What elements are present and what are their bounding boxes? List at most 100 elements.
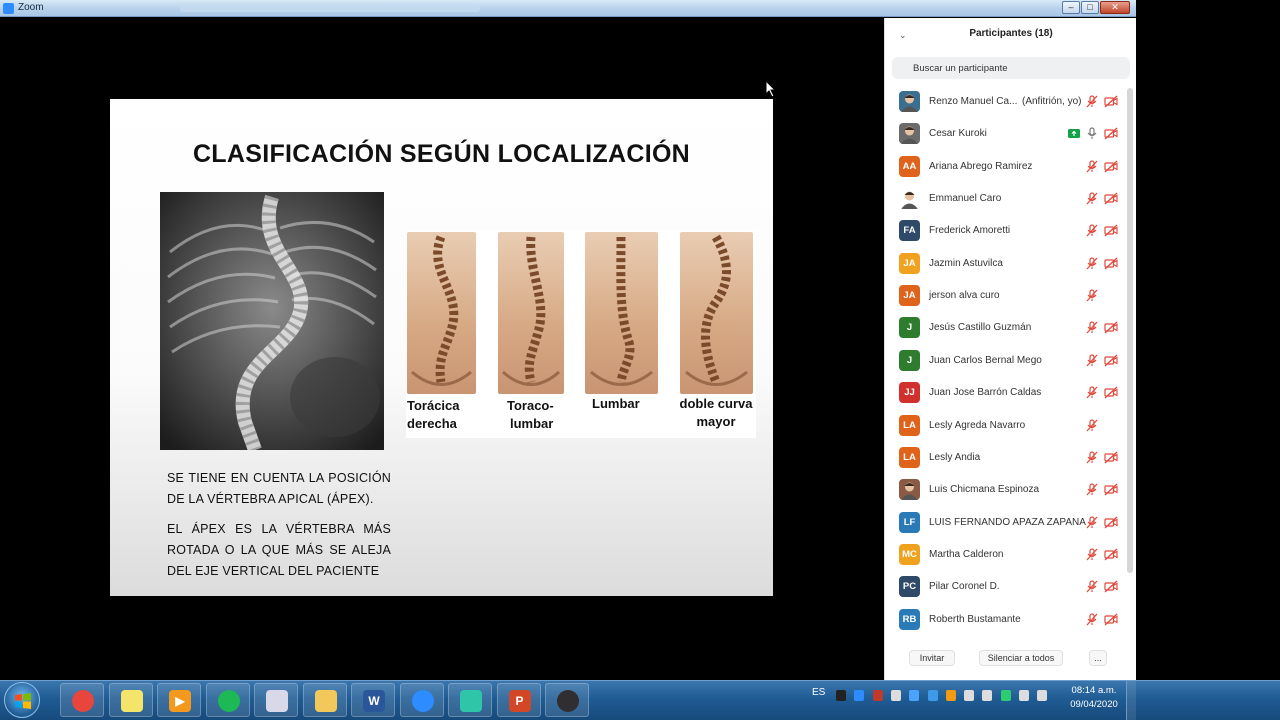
video-off-icon[interactable]	[1104, 580, 1118, 593]
video-off-icon[interactable]	[1104, 224, 1118, 237]
paint-taskbar-button[interactable]	[254, 683, 298, 717]
participant-name: LUIS FERNANDO APAZA ZAPANA	[929, 516, 1086, 528]
clock-date[interactable]: 09/04/2020	[1066, 699, 1122, 710]
flag-icon[interactable]	[890, 690, 901, 701]
microphone-muted-icon[interactable]	[1085, 612, 1099, 626]
participant-search-input[interactable]	[892, 57, 1130, 79]
microphone-muted-icon[interactable]	[1085, 160, 1099, 173]
participant-row[interactable]: PC Pilar Coronel D.	[885, 571, 1125, 603]
spotify-taskbar-button[interactable]	[205, 683, 250, 717]
microphone-muted-icon[interactable]	[1085, 289, 1099, 302]
spine-lumbar	[585, 232, 658, 394]
notes-taskbar-button[interactable]	[108, 683, 153, 717]
chrome-taskbar-button[interactable]	[60, 683, 104, 717]
video-off-icon[interactable]	[1104, 451, 1118, 464]
microphone-muted-icon[interactable]	[1085, 354, 1099, 367]
video-off-icon[interactable]	[1104, 257, 1118, 270]
microphone-muted-icon[interactable]	[1085, 515, 1099, 529]
participant-name: Pilar Coronel D.	[929, 581, 1000, 593]
participant-row[interactable]: JA jerson alva curo	[885, 280, 1125, 312]
microphone-muted-icon[interactable]	[1085, 451, 1099, 464]
participant-row[interactable]: FA Frederick Amoretti	[885, 215, 1125, 247]
invite-button[interactable]: Invitar	[909, 650, 955, 666]
battery-icon[interactable]	[982, 690, 993, 701]
microphone-muted-icon[interactable]	[1085, 418, 1099, 432]
media-player-taskbar-button[interactable]: ▶	[157, 683, 201, 717]
avatar	[899, 91, 920, 112]
participant-row[interactable]: JA Jazmin Astuvilca	[885, 248, 1125, 280]
participant-name: Emmanuel Caro	[929, 193, 1002, 205]
close-button[interactable]: ✕	[1100, 1, 1130, 14]
participant-row[interactable]: MC Martha Calderon	[885, 539, 1125, 571]
zoom-taskbar-button[interactable]	[399, 683, 444, 717]
dropbox-icon[interactable]	[927, 690, 938, 701]
mute-all-button[interactable]: Silenciar a todos	[979, 650, 1063, 666]
participant-row[interactable]: J Juan Carlos Bernal Mego	[885, 345, 1125, 377]
microphone-muted-icon[interactable]	[1085, 321, 1099, 334]
more-options-button[interactable]: ...	[1089, 650, 1107, 666]
cloud-icon[interactable]	[964, 690, 975, 701]
network-icon[interactable]	[1019, 690, 1029, 701]
participant-name: Roberth Bustamante	[929, 613, 1021, 625]
microphone-muted-icon[interactable]	[1085, 483, 1099, 496]
word-taskbar-button[interactable]: W	[351, 683, 395, 717]
video-off-icon[interactable]	[1104, 160, 1118, 173]
presentation-slide: CLASIFICACIÓN SEGÚN LOCALIZACIÓN Torácic…	[110, 99, 773, 596]
avatar: LA	[899, 446, 920, 468]
file-explorer-taskbar-button[interactable]	[302, 683, 347, 717]
participant-row[interactable]: Emmanuel Caro	[885, 183, 1125, 215]
show-desktop-button[interactable]	[1126, 681, 1136, 720]
titlebar-blurred-text	[180, 4, 480, 12]
video-off-icon[interactable]	[1104, 516, 1118, 529]
microphone-icon[interactable]	[1085, 127, 1099, 140]
avatar: JJ	[899, 382, 920, 404]
microphone-muted-icon[interactable]	[1085, 95, 1099, 108]
avatar: FA	[899, 220, 920, 242]
language-indicator[interactable]: ES	[812, 687, 825, 698]
participant-name: Jesús Castillo Guzmán	[929, 322, 1032, 334]
shield-icon[interactable]	[872, 690, 883, 701]
windows-taskbar: ▶ W P ES 08:14 a.m. 09/04/2020	[0, 680, 1280, 720]
participant-row[interactable]: AA Ariana Abrego Ramirez	[885, 151, 1125, 183]
video-off-icon[interactable]	[1104, 386, 1118, 399]
clock-time[interactable]: 08:14 a.m.	[1068, 685, 1120, 696]
video-off-icon[interactable]	[1104, 192, 1118, 205]
participant-row[interactable]: LF LUIS FERNANDO APAZA ZAPANA	[885, 507, 1125, 539]
zoom-tray-icon[interactable]	[854, 690, 865, 701]
bluetooth-icon[interactable]	[909, 690, 920, 701]
sync-icon[interactable]	[1000, 690, 1011, 701]
speaker-icon[interactable]	[1037, 690, 1048, 701]
alert-icon[interactable]	[945, 690, 956, 701]
participant-row[interactable]: LA Lesly Agreda Navarro	[885, 410, 1125, 442]
video-off-icon[interactable]	[1104, 95, 1118, 108]
participant-row[interactable]: Renzo Manuel Ca... (Anfitrión, yo)	[885, 86, 1125, 118]
participant-row[interactable]: JJ Juan Jose Barrón Caldas	[885, 377, 1125, 409]
participant-row[interactable]: Luis Chicmana Espinoza	[885, 474, 1125, 506]
participant-row[interactable]: Cesar Kuroki	[885, 118, 1125, 150]
participant-name: Martha Calderon	[929, 548, 1004, 560]
filmora-taskbar-button[interactable]	[448, 683, 492, 717]
label-thoracic-right: Torácica derecha	[407, 398, 460, 431]
participant-row[interactable]: LA Lesly Andia	[885, 442, 1125, 474]
obs-tray-icon[interactable]	[836, 690, 846, 701]
video-off-icon[interactable]	[1104, 127, 1118, 140]
microphone-muted-icon[interactable]	[1085, 548, 1099, 561]
video-off-icon[interactable]	[1104, 321, 1118, 334]
participant-row[interactable]: RB Roberth Bustamante	[885, 604, 1125, 636]
powerpoint-taskbar-button[interactable]: P	[496, 683, 541, 717]
microphone-muted-icon[interactable]	[1085, 224, 1099, 237]
participant-list-scrollbar[interactable]	[1127, 88, 1133, 573]
video-off-icon[interactable]	[1104, 354, 1118, 367]
video-off-icon[interactable]	[1104, 483, 1118, 496]
microphone-muted-icon[interactable]	[1085, 192, 1099, 205]
microphone-muted-icon[interactable]	[1085, 257, 1099, 270]
microphone-muted-icon[interactable]	[1085, 386, 1099, 399]
minimize-button[interactable]: –	[1062, 1, 1080, 14]
microphone-muted-icon[interactable]	[1085, 580, 1099, 593]
participant-row[interactable]: J Jesús Castillo Guzmán	[885, 312, 1125, 344]
video-off-icon[interactable]	[1104, 548, 1118, 561]
video-off-icon[interactable]	[1104, 613, 1118, 626]
obs-taskbar-button[interactable]	[545, 683, 589, 717]
start-button[interactable]	[4, 682, 40, 718]
maximize-button[interactable]: □	[1081, 1, 1099, 14]
